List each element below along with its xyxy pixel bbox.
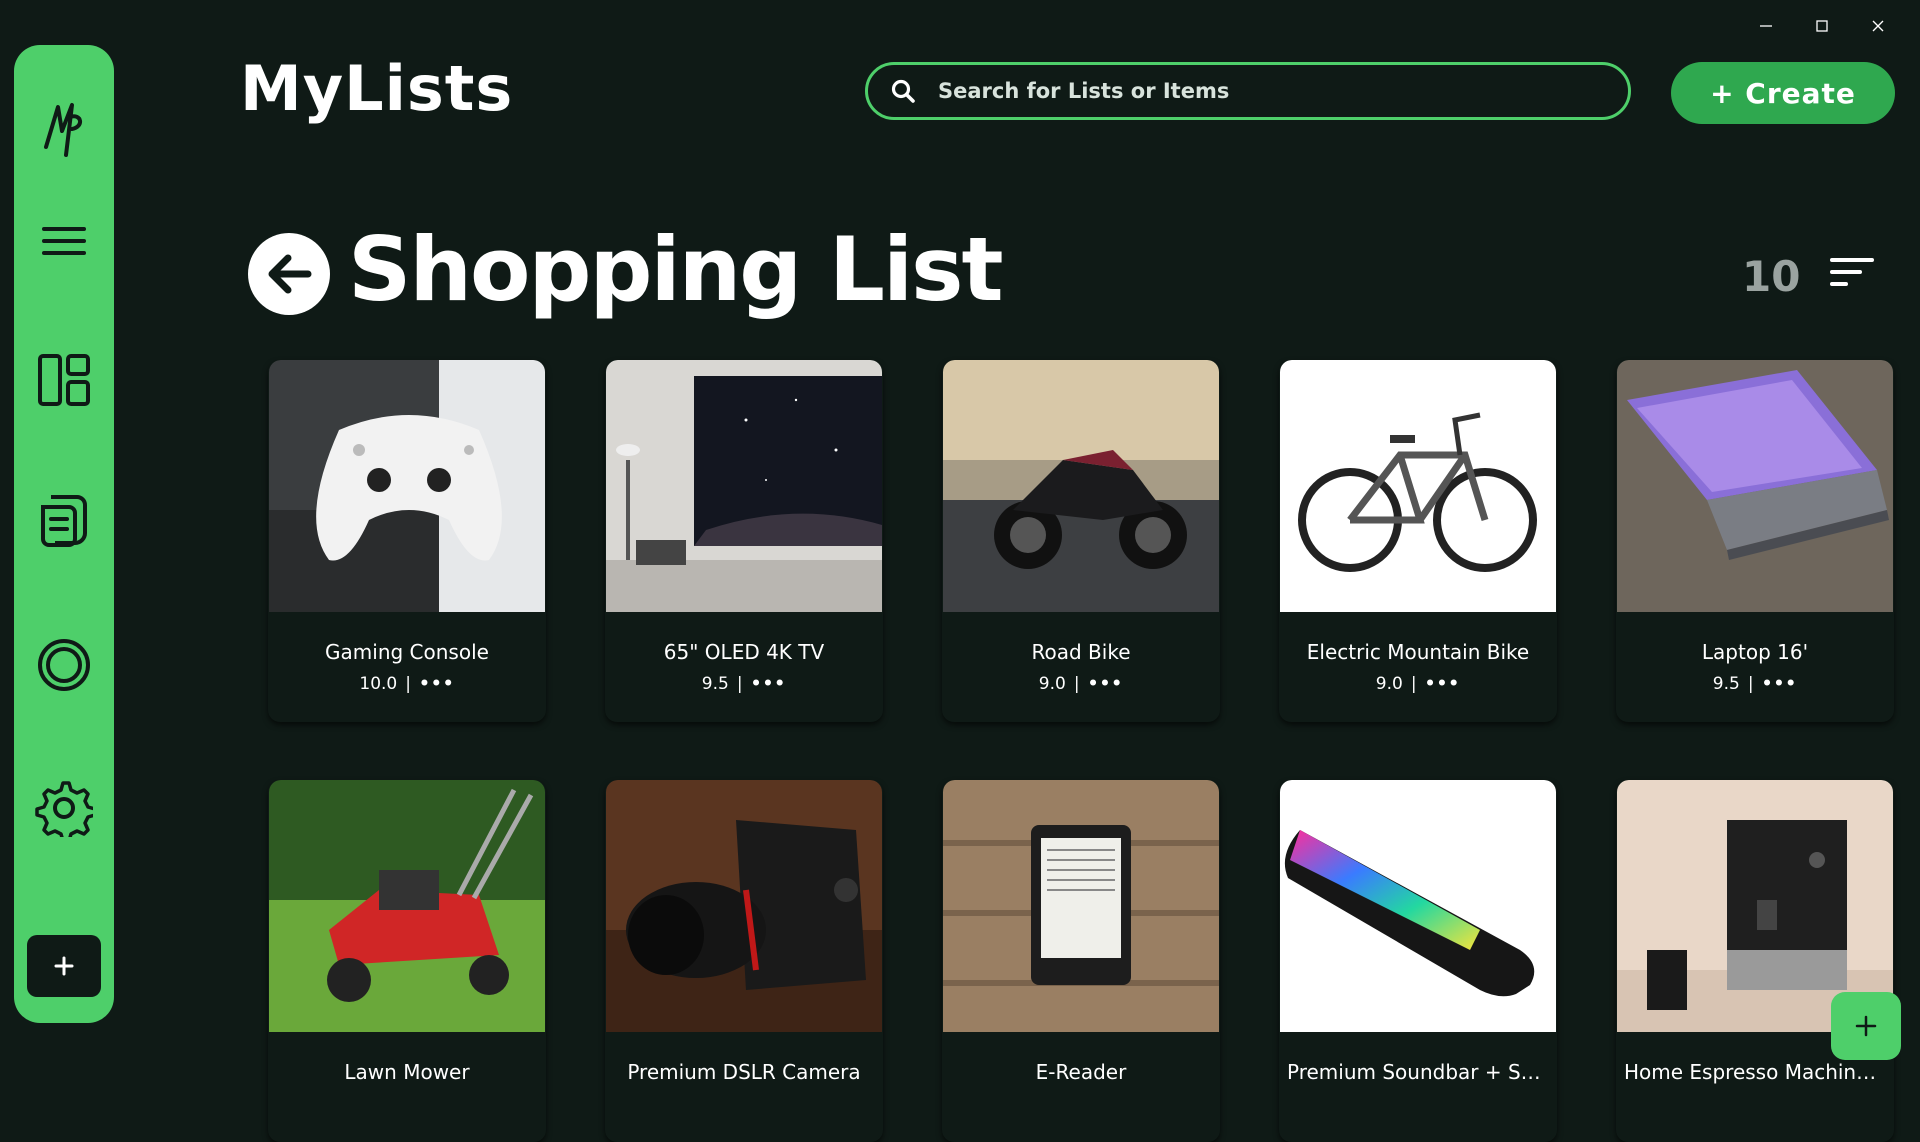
item-card[interactable]: Lawn Mower: [268, 780, 546, 1142]
separator: |: [1410, 674, 1417, 694]
item-meta: 9.0 | •••: [1279, 674, 1557, 694]
item-image: [269, 780, 545, 1032]
item-name: Road Bike: [1031, 640, 1131, 664]
soundbar-image: [1280, 780, 1556, 1032]
more-options-button[interactable]: •••: [1425, 674, 1461, 694]
item-card[interactable]: E-Reader: [942, 780, 1220, 1142]
item-image: [606, 780, 882, 1032]
menu-icon[interactable]: [40, 223, 88, 259]
item-meta: 9.5 | •••: [605, 674, 883, 694]
close-icon: [1872, 20, 1884, 32]
list-title: Shopping List: [348, 218, 1004, 321]
gear-icon[interactable]: [35, 779, 93, 837]
add-item-button[interactable]: [1831, 992, 1901, 1060]
laptop-image: [1617, 360, 1893, 612]
notes-icon[interactable]: [37, 493, 91, 549]
item-name: E-Reader: [1035, 1060, 1127, 1084]
item-name: Premium Soundbar + Sub...: [1287, 1060, 1557, 1084]
search-icon: [891, 79, 915, 103]
item-name: Electric Mountain Bike: [1306, 640, 1530, 664]
sort-icon[interactable]: [1828, 254, 1876, 294]
item-rating: 9.0: [1375, 674, 1403, 694]
item-name: Gaming Console: [325, 640, 489, 664]
item-rating: 9.0: [1038, 674, 1066, 694]
sidebar: [14, 45, 114, 1023]
item-card[interactable]: Gaming Console 10.0 | •••: [268, 360, 546, 722]
camera-image: [606, 780, 882, 1032]
item-card[interactable]: Home Espresso Machine (...: [1616, 780, 1894, 1142]
back-button[interactable]: [248, 233, 330, 315]
item-image: [1280, 780, 1556, 1032]
separator: |: [1747, 674, 1754, 694]
item-card[interactable]: Electric Mountain Bike 9.0 | •••: [1279, 360, 1557, 722]
create-button[interactable]: + Create: [1671, 62, 1895, 124]
more-options-button[interactable]: •••: [751, 674, 787, 694]
item-name: Lawn Mower: [344, 1060, 470, 1084]
more-options-button[interactable]: •••: [1762, 674, 1798, 694]
logo-icon[interactable]: [36, 97, 92, 161]
item-card[interactable]: Premium Soundbar + Sub...: [1279, 780, 1557, 1142]
close-button[interactable]: [1850, 6, 1906, 46]
item-image: [1280, 360, 1556, 612]
e-reader-image: [943, 780, 1219, 1032]
more-options-button[interactable]: •••: [419, 674, 455, 694]
item-meta: 10.0 | •••: [268, 674, 546, 694]
separator: |: [736, 674, 743, 694]
item-image: [943, 360, 1219, 612]
item-image: [606, 360, 882, 612]
minimize-button[interactable]: [1738, 6, 1794, 46]
item-image: [269, 360, 545, 612]
dashboard-icon[interactable]: [37, 353, 91, 407]
item-rating: 9.5: [701, 674, 729, 694]
plus-icon: [1855, 1015, 1877, 1037]
circle-icon[interactable]: [36, 637, 92, 693]
window-controls: [1738, 6, 1906, 46]
item-name: Premium DSLR Camera: [627, 1060, 861, 1084]
app-title: MyLists: [240, 52, 514, 125]
maximize-icon: [1816, 20, 1828, 32]
item-rating: 9.5: [1712, 674, 1740, 694]
search-input[interactable]: [936, 78, 1560, 104]
separator: |: [405, 674, 411, 694]
item-card[interactable]: Road Bike 9.0 | •••: [942, 360, 1220, 722]
item-name: 65" OLED 4K TV: [663, 640, 825, 664]
plus-icon: [54, 956, 74, 976]
item-count: 10: [1742, 252, 1801, 301]
search-bar[interactable]: [865, 62, 1631, 120]
separator: |: [1073, 674, 1080, 694]
lawn-mower-image: [269, 780, 545, 1032]
more-options-button[interactable]: •••: [1088, 674, 1124, 694]
item-image: [1617, 360, 1893, 612]
item-name: Home Espresso Machine (...: [1624, 1060, 1894, 1084]
motorcycle-image: [943, 360, 1219, 612]
bicycle-image: [1280, 360, 1556, 612]
item-meta: 9.5 | •••: [1616, 674, 1894, 694]
arrow-left-icon: [268, 254, 312, 294]
game-controller-image: [269, 360, 545, 612]
maximize-button[interactable]: [1794, 6, 1850, 46]
item-name: Laptop 16': [1701, 640, 1809, 664]
minimize-icon: [1760, 25, 1772, 27]
item-image: [943, 780, 1219, 1032]
television-image: [606, 360, 882, 612]
item-card[interactable]: Premium DSLR Camera: [605, 780, 883, 1142]
item-card[interactable]: Laptop 16' 9.5 | •••: [1616, 360, 1894, 722]
item-card[interactable]: 65" OLED 4K TV 9.5 | •••: [605, 360, 883, 722]
sidebar-add-button[interactable]: [27, 935, 101, 997]
item-meta: 9.0 | •••: [942, 674, 1220, 694]
item-rating: 10.0: [359, 674, 398, 694]
